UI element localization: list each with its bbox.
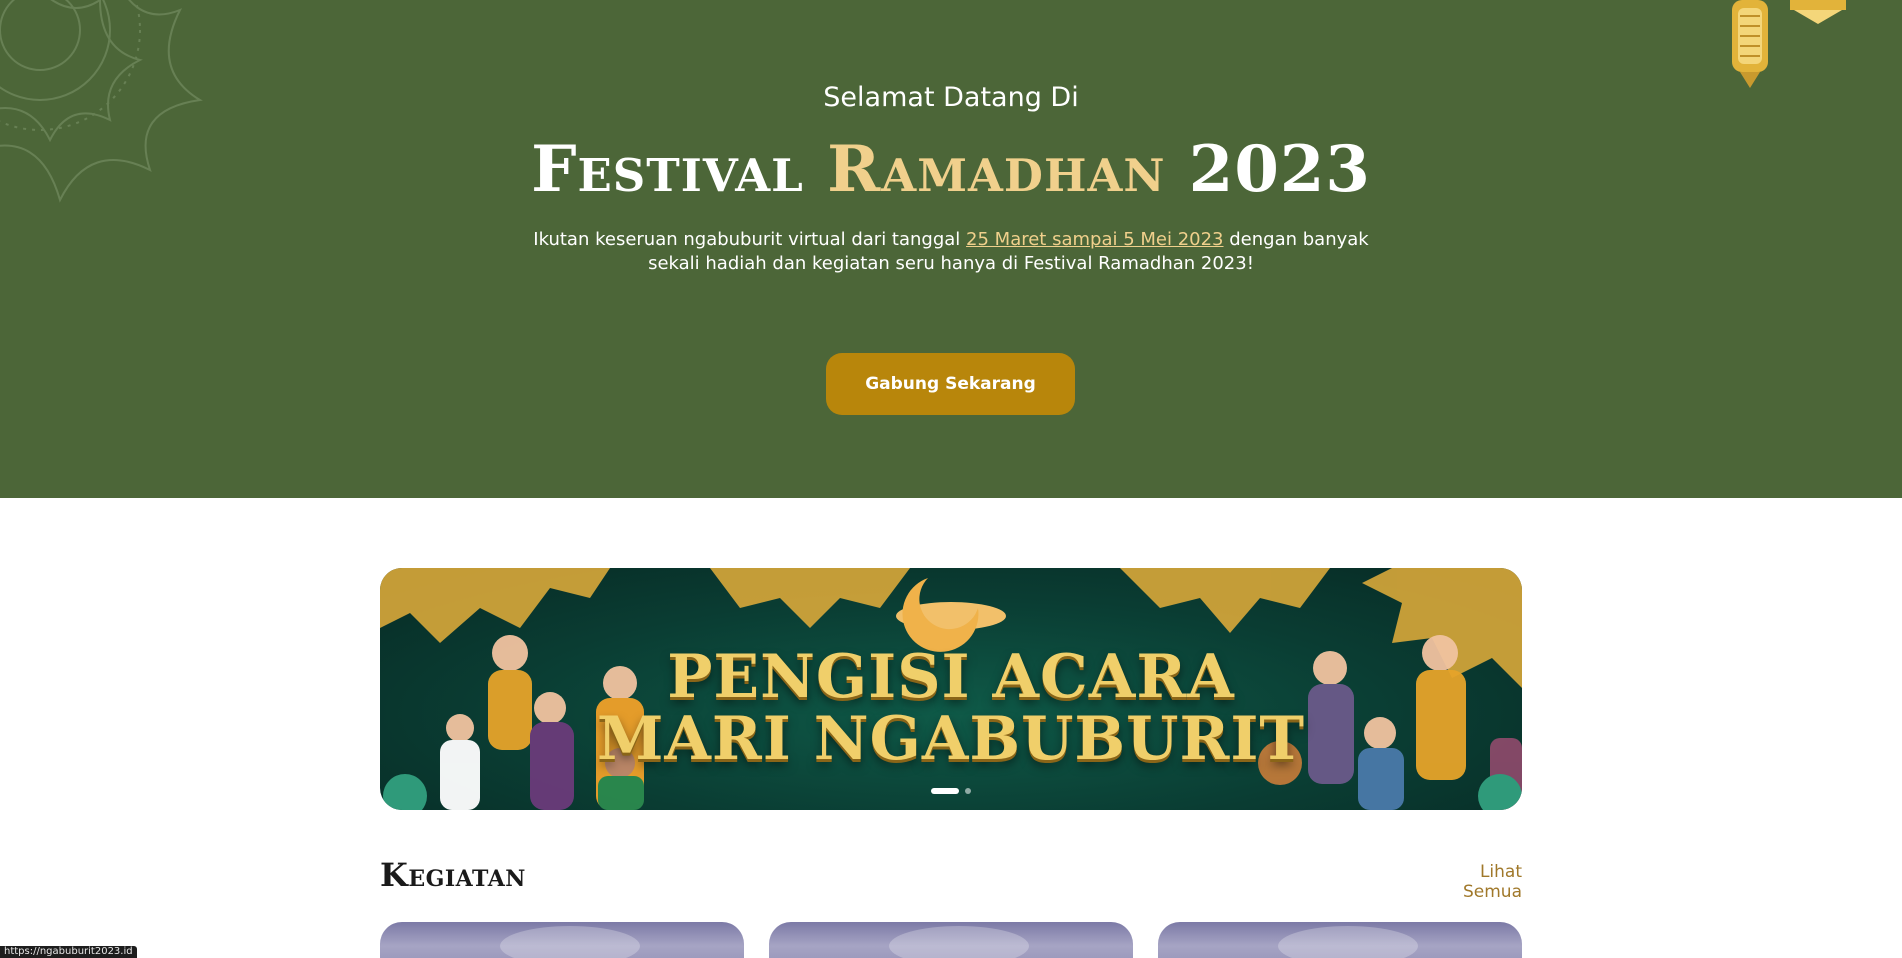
hero-description: Ikutan keseruan ngabuburit virtual dari … xyxy=(520,228,1382,276)
date-range-link[interactable]: 25 Maret sampai 5 Mei 2023 xyxy=(966,229,1223,250)
hero-title-year: 2023 xyxy=(1188,132,1371,207)
lantern-icon xyxy=(1790,0,1846,24)
join-now-button[interactable]: Gabung Sekarang xyxy=(826,353,1075,415)
hero-desc-before: Ikutan keseruan ngabuburit virtual dari … xyxy=(533,229,967,250)
kegiatan-heading: Kegiatan xyxy=(380,856,526,894)
banner-headline: PENGISI ACARA MARI NGABUBURIT xyxy=(380,646,1522,770)
carousel-dot-1[interactable] xyxy=(931,788,959,794)
banner-line-1: PENGISI ACARA xyxy=(667,642,1235,712)
activity-card[interactable] xyxy=(380,922,744,958)
lantern-icon xyxy=(1732,0,1768,88)
see-all-link[interactable]: Lihat Semua xyxy=(1422,862,1522,902)
activity-card[interactable] xyxy=(1158,922,1522,958)
status-bar-url: https://ngabuburit2023.id xyxy=(0,946,137,958)
carousel-indicators xyxy=(380,788,1522,794)
banner-line-2: MARI NGABUBURIT xyxy=(596,704,1306,774)
hero-title-festival: Festival xyxy=(531,132,804,207)
banner-carousel[interactable]: PENGISI ACARA MARI NGABUBURIT xyxy=(380,568,1522,810)
hero-section: Selamat Datang Di Festival Ramadhan 2023… xyxy=(0,0,1902,498)
hero-title-ramadhan: Ramadhan xyxy=(827,132,1166,207)
hero-title: Festival Ramadhan 2023 xyxy=(0,128,1902,212)
carousel-dot-2[interactable] xyxy=(965,788,971,794)
activity-card[interactable] xyxy=(769,922,1133,958)
hero-subtitle: Selamat Datang Di xyxy=(823,82,1079,113)
